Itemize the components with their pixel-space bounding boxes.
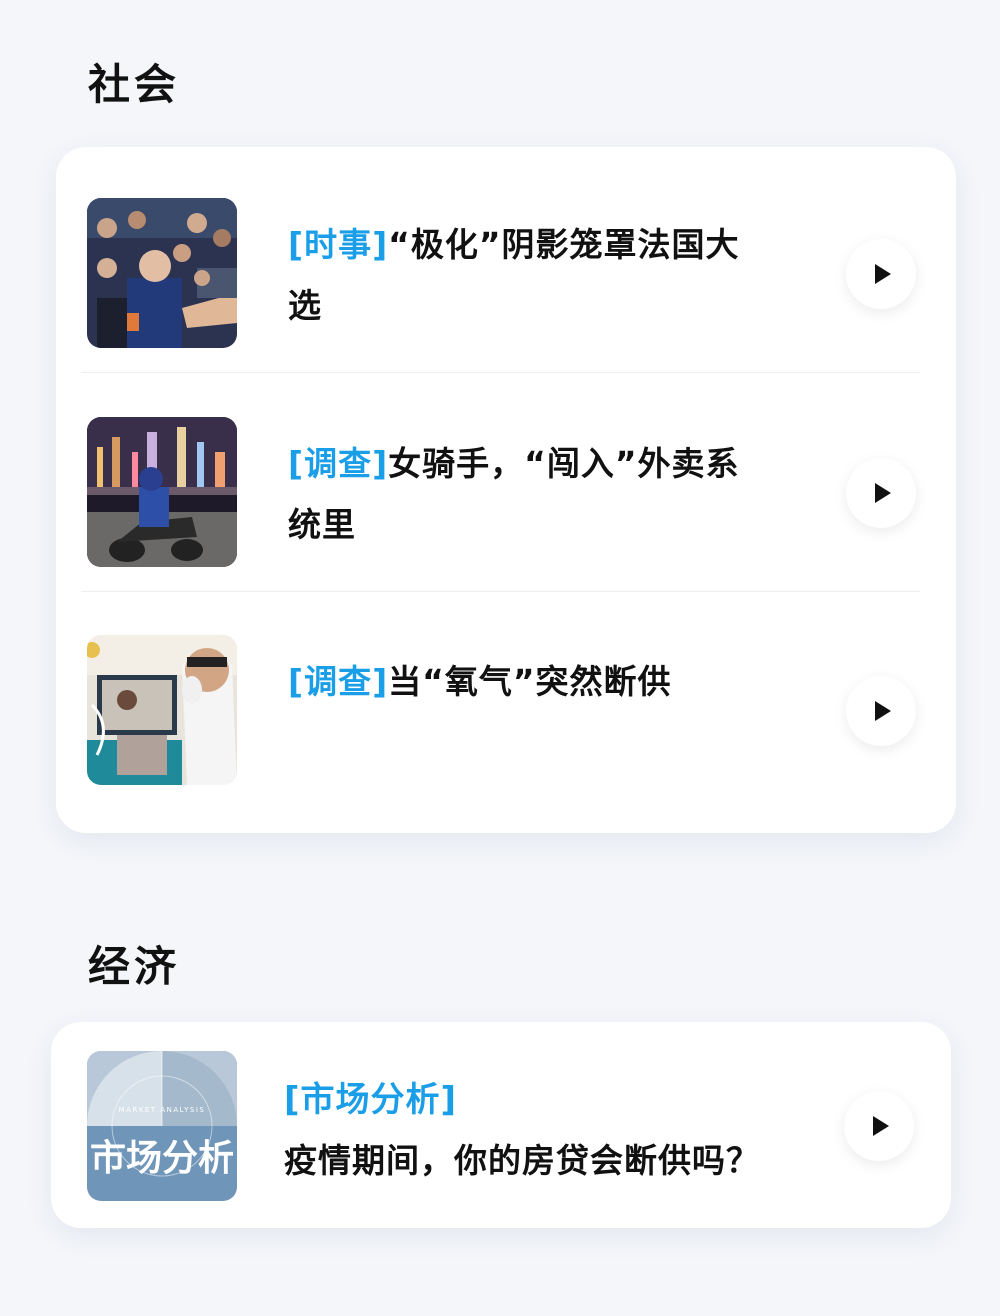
item-tag: [市场分析] (284, 1080, 458, 1120)
item-tag: [调查] (288, 662, 389, 701)
play-icon (875, 264, 891, 284)
list-item[interactable]: [调查]女骑手，“闯入”外卖系统里 (56, 366, 956, 584)
photo-crowd-icon (87, 198, 237, 348)
society-card: [时事]“极化”阴影笼罩法国大选 [调查]女骑手，“闯入”外卖系统里 [调查]当… (56, 147, 956, 833)
item-headline[interactable]: [时事]“极化”阴影笼罩法国大选 (288, 214, 768, 336)
photo-oxygen-icon (87, 635, 237, 785)
thumb-caption-small: MARKET ANALYSIS (119, 1106, 206, 1114)
play-button[interactable] (846, 458, 916, 528)
section-title-economy: 经济 (88, 942, 181, 991)
photo-rider-night-icon (87, 417, 237, 567)
play-icon (873, 1116, 889, 1136)
play-button[interactable] (844, 1091, 914, 1161)
play-icon (875, 483, 891, 503)
list-item[interactable]: [时事]“极化”阴影笼罩法国大选 (56, 147, 956, 365)
item-headline[interactable]: [调查]女骑手，“闯入”外卖系统里 (288, 433, 768, 555)
item-title[interactable]: 疫情期间，你的房贷会断供吗？ (284, 1134, 760, 1182)
item-headline[interactable]: [调查]当“氧气”突然断供 (288, 651, 768, 712)
item-tag: [调查] (288, 444, 389, 483)
economy-card: MARKET ANALYSIS 市场分析 [市场分析] 疫情期间，你的房贷会断供… (51, 1022, 951, 1228)
play-button[interactable] (846, 239, 916, 309)
play-button[interactable] (846, 676, 916, 746)
list-item[interactable]: MARKET ANALYSIS 市场分析 [市场分析] 疫情期间，你的房贷会断供… (51, 1022, 951, 1228)
item-title: 当“氧气”突然断供 (388, 662, 672, 701)
list-item[interactable]: [调查]当“氧气”突然断供 (56, 584, 956, 802)
play-icon (875, 701, 891, 721)
item-tag: [时事] (288, 225, 389, 264)
market-analysis-thumbnail: MARKET ANALYSIS 市场分析 (87, 1051, 237, 1201)
section-title-society: 社会 (88, 60, 181, 109)
thumb-caption-large: 市场分析 (90, 1138, 234, 1179)
